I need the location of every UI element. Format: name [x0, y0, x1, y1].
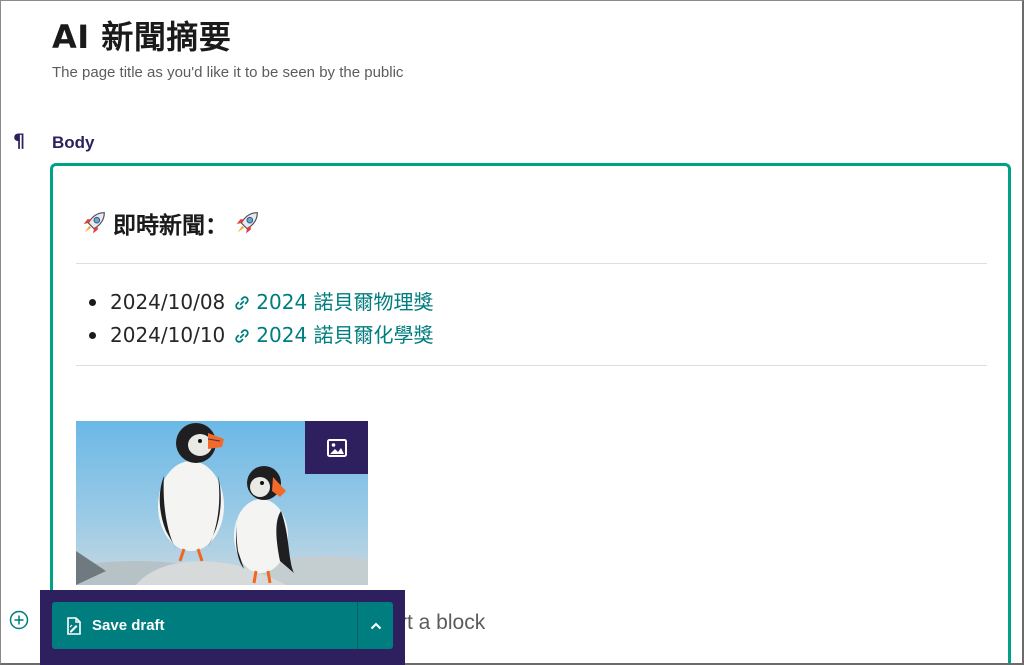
save-draft-label: Save draft	[92, 617, 165, 634]
news-link-text: 2024 諾貝爾物理獎	[256, 290, 434, 314]
news-link-text: 2024 諾貝爾化學獎	[256, 323, 434, 347]
divider	[76, 365, 987, 366]
news-list: 2024/10/08 2024 諾貝爾物理獎 2024/10/10 2024 諾…	[89, 286, 434, 352]
news-heading-text: 即時新聞：	[113, 213, 228, 239]
image-chooser-button[interactable]	[305, 421, 368, 474]
rocket-icon	[83, 212, 105, 234]
document-edit-icon	[67, 616, 81, 635]
news-link[interactable]: 2024 諾貝爾物理獎	[233, 286, 434, 319]
pilcrow-icon: ¶	[13, 130, 26, 152]
plus-circle-icon[interactable]	[9, 610, 29, 630]
divider	[76, 263, 987, 264]
page-title[interactable]: AI 新聞摘要	[52, 12, 231, 58]
news-link[interactable]: 2024 諾貝爾化學獎	[233, 319, 434, 352]
insert-block-hint: rt a block	[400, 611, 486, 634]
news-date: 2024/10/08	[110, 290, 226, 314]
body-editor[interactable]: 即時新聞： 2024/10/08 2024 諾貝爾物理獎 2024/10/10	[50, 163, 1011, 663]
save-draft-button[interactable]: Save draft	[52, 602, 357, 649]
body-field-label: Body	[52, 133, 95, 152]
news-heading[interactable]: 即時新聞：	[79, 206, 262, 240]
chevron-up-icon	[370, 622, 381, 629]
list-item: 2024/10/08 2024 諾貝爾物理獎	[89, 286, 434, 319]
image-icon	[326, 438, 347, 457]
more-actions-button[interactable]	[358, 602, 393, 649]
action-bar: Save draft	[40, 590, 405, 665]
image-block[interactable]	[76, 421, 368, 585]
list-item: 2024/10/10 2024 諾貝爾化學獎	[89, 319, 434, 352]
link-icon	[235, 328, 249, 343]
news-date: 2024/10/10	[110, 323, 226, 347]
rocket-icon	[236, 212, 258, 234]
link-icon	[235, 295, 249, 310]
title-help-text: The page title as you'd like it to be se…	[52, 64, 404, 81]
